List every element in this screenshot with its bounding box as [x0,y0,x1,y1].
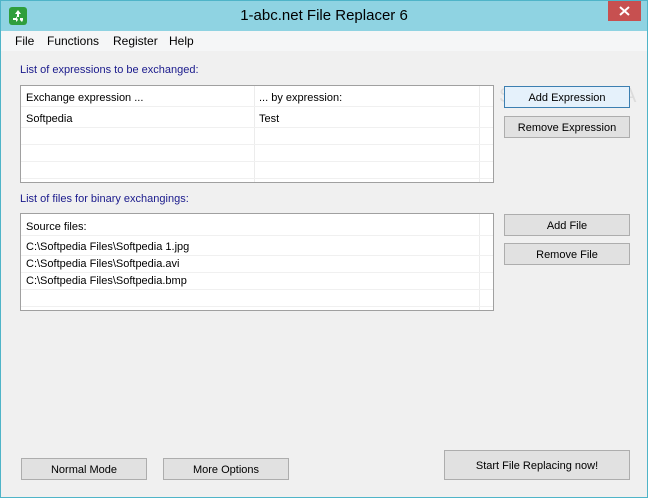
title-bar[interactable]: 1-abc.net File Replacer 6 [1,1,647,31]
add-file-button[interactable]: Add File [504,214,630,236]
list-item-empty [21,290,493,307]
remove-expression-button[interactable]: Remove Expression [504,116,630,138]
column-header-source-files[interactable]: Source files: [21,219,479,236]
add-expression-button[interactable]: Add Expression [504,86,630,108]
remove-file-button[interactable]: Remove File [504,243,630,265]
files-label: List of files for binary exchangings: [20,193,189,205]
menu-help[interactable]: Help [162,31,201,51]
start-file-replacing-button[interactable]: Start File Replacing now! [444,450,630,480]
menu-file[interactable]: File [8,31,41,51]
table-row-empty [21,162,493,179]
close-icon [619,6,630,16]
menu-bar: File Functions Register Help [1,31,647,51]
files-header-row: Source files: [21,219,493,236]
list-item[interactable]: C:\Softpedia Files\Softpedia 1.jpg [21,239,493,256]
list-item[interactable]: C:\Softpedia Files\Softpedia.avi [21,256,493,273]
table-row[interactable]: Softpedia Test [21,111,493,128]
file-path: C:\Softpedia Files\Softpedia.bmp [26,275,187,287]
more-options-button[interactable]: More Options [163,458,289,480]
app-window: 1-abc.net File Replacer 6 File Functions… [0,0,648,498]
expressions-header-row: Exchange expression ... ... by expressio… [21,90,493,107]
column-header-exchange[interactable]: Exchange expression ... [21,90,254,107]
menu-register[interactable]: Register [106,31,165,51]
list-item[interactable]: C:\Softpedia Files\Softpedia.bmp [21,273,493,290]
expressions-list[interactable]: Exchange expression ... ... by expressio… [20,85,494,183]
column-header-by-expression[interactable]: ... by expression: [254,90,479,107]
file-path: C:\Softpedia Files\Softpedia 1.jpg [26,241,190,253]
normal-mode-button[interactable]: Normal Mode [21,458,147,480]
menu-functions[interactable]: Functions [40,31,106,51]
expression-to: Test [259,113,280,125]
expressions-label: List of expressions to be exchanged: [20,64,199,76]
table-row-empty [21,145,493,162]
file-path: C:\Softpedia Files\Softpedia.avi [26,258,180,270]
table-row-empty [21,128,493,145]
window-title: 1-abc.net File Replacer 6 [240,7,408,24]
close-button[interactable] [608,1,641,21]
files-list[interactable]: Source files: C:\Softpedia Files\Softped… [20,213,494,311]
expression-from: Softpedia [26,113,73,125]
